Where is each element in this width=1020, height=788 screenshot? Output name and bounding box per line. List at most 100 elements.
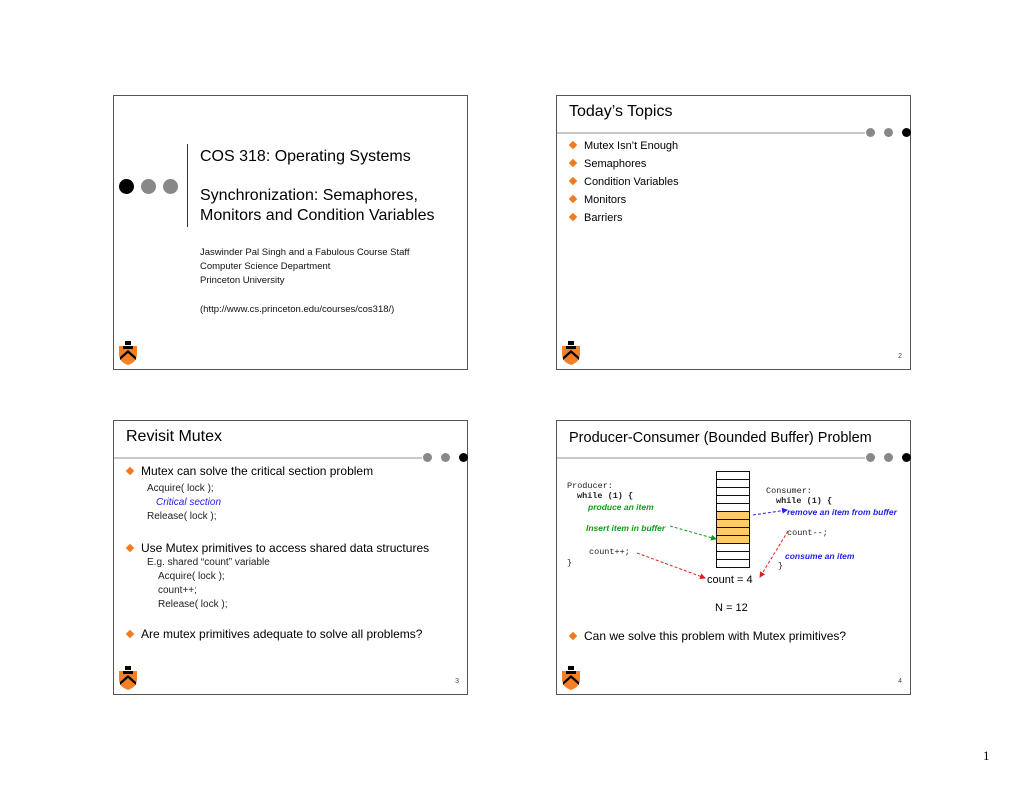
buffer-slot-empty (716, 487, 750, 495)
bullet-text: Are mutex primitives adequate to solve a… (141, 627, 423, 641)
department: Computer Science Department (200, 261, 331, 272)
buffer-slot-empty (716, 479, 750, 487)
dot-icon (866, 128, 875, 137)
course-url: (http://www.cs.princeton.edu/courses/cos… (200, 304, 395, 315)
bullet-icon (568, 176, 578, 186)
dot-icon (902, 453, 911, 462)
topic-item: Condition Variables (568, 176, 679, 188)
princeton-shield-icon (562, 666, 580, 690)
consumer-remove: remove an item from buffer (787, 507, 897, 517)
slide-number: 3 (455, 678, 459, 685)
authors: Jaswinder Pal Singh and a Fabulous Cours… (200, 247, 410, 258)
title-rule (114, 457, 422, 459)
slide-number: 2 (898, 353, 902, 360)
university: Princeton University (200, 275, 285, 286)
buffer-slot-full (716, 511, 750, 519)
bullet-icon (125, 629, 135, 639)
princeton-shield-icon (562, 341, 580, 365)
dot-icon (423, 453, 432, 462)
consumer-label: Consumer: (766, 486, 812, 496)
lecture-title: Synchronization: Semaphores, Monitors an… (200, 186, 435, 226)
bullet-icon (568, 140, 578, 150)
slide-2-topics: Today’s Topics Mutex Isn’t Enough Semaph… (556, 95, 911, 370)
buffer-slot-full (716, 527, 750, 535)
bullet-item: Mutex can solve the critical section pro… (125, 464, 374, 478)
decorative-dots (119, 179, 184, 195)
slide-number: 4 (898, 678, 902, 685)
count-label: count = 4 (707, 574, 753, 586)
dot-icon (884, 453, 893, 462)
author-info: Jaswinder Pal Singh and a Fabulous Cours… (200, 246, 409, 288)
buffer-slot-empty (716, 503, 750, 511)
bullet-icon (568, 194, 578, 204)
buffer-slot-empty (716, 543, 750, 551)
slide-title: Producer-Consumer (Bounded Buffer) Probl… (569, 430, 872, 446)
code-line: Release( lock ); (147, 511, 217, 522)
bullet-item: Use Mutex primitives to access shared da… (125, 541, 430, 555)
count-increment-arrow (636, 552, 706, 580)
course-title: COS 318: Operating Systems (200, 148, 411, 165)
topic-label: Condition Variables (584, 176, 679, 188)
bullet-icon (125, 466, 135, 476)
lecture-title-line1: Synchronization: Semaphores, (200, 187, 418, 204)
topic-label: Mutex Isn’t Enough (584, 140, 679, 152)
buffer-slot-empty (716, 471, 750, 479)
dot-icon (459, 453, 468, 462)
buffer-slot-empty (716, 495, 750, 503)
decorative-dots (423, 453, 471, 463)
slide-4-producer-consumer: Producer-Consumer (Bounded Buffer) Probl… (556, 420, 911, 695)
bullet-text: Mutex can solve the critical section pro… (141, 464, 374, 478)
topic-item: Barriers (568, 212, 623, 224)
bullet-icon (568, 631, 578, 641)
dot-icon (163, 179, 178, 194)
lecture-title-line2: Monitors and Condition Variables (200, 207, 435, 224)
remove-arrow (752, 507, 788, 516)
dot-icon (884, 128, 893, 137)
producer-close: } (567, 558, 573, 568)
code-line: Release( lock ); (158, 599, 228, 610)
dot-icon (119, 179, 134, 194)
dot-icon (902, 128, 911, 137)
producer-produce: produce an item (588, 502, 654, 512)
dot-icon (141, 179, 156, 194)
bullet-item: Can we solve this problem with Mutex pri… (568, 629, 847, 643)
bounded-buffer (716, 471, 750, 568)
bullet-icon (568, 158, 578, 168)
n-label: N = 12 (715, 602, 748, 614)
bullet-icon (125, 543, 135, 553)
title-rule (557, 457, 865, 459)
decorative-dots (866, 453, 914, 463)
princeton-shield-icon (119, 341, 137, 365)
dot-icon (441, 453, 450, 462)
buffer-slot-empty (716, 551, 750, 559)
topic-label: Monitors (584, 194, 627, 206)
code-line: count++; (158, 585, 197, 596)
count-decrement-arrow (759, 530, 789, 578)
consumer-consume: consume an item (785, 551, 855, 561)
topic-item: Mutex Isn’t Enough (568, 140, 679, 152)
code-line: Acquire( lock ); (147, 483, 214, 494)
dot-icon (866, 453, 875, 462)
insert-arrow (669, 525, 717, 541)
topic-label: Semaphores (584, 158, 647, 170)
consumer-loop: while (1) { (776, 496, 833, 506)
slide-title: Today’s Topics (569, 103, 673, 120)
code-intro: E.g. shared “count” variable (147, 557, 270, 568)
bullet-text: Can we solve this problem with Mutex pri… (584, 629, 847, 643)
page-number: 1 (983, 748, 990, 763)
decorative-dots (866, 128, 914, 138)
producer-loop: while (1) { (577, 491, 634, 501)
topic-label: Barriers (584, 212, 623, 224)
consumer-count: count--; (787, 528, 828, 538)
buffer-slot-empty (716, 559, 750, 568)
consumer-close: } (778, 561, 784, 571)
title-rule (557, 132, 865, 134)
topic-item: Monitors (568, 194, 627, 206)
bullet-text: Use Mutex primitives to access shared da… (141, 541, 430, 555)
producer-label: Producer: (567, 481, 613, 491)
producer-count: count++; (589, 547, 630, 557)
divider (187, 144, 188, 227)
bullet-icon (568, 212, 578, 222)
code-line: Acquire( lock ); (158, 571, 225, 582)
slide-1-title: COS 318: Operating Systems Synchronizati… (113, 95, 468, 370)
